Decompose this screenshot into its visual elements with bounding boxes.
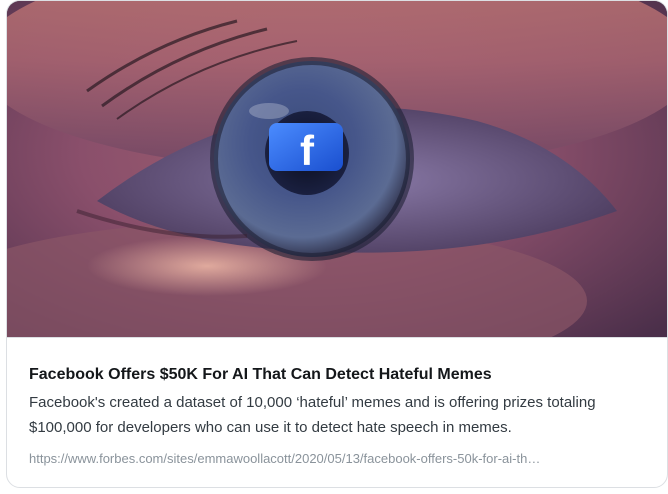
eye-photo: f [7,1,667,337]
card-url[interactable]: https://www.forbes.com/sites/emmawoollac… [29,450,645,468]
facebook-logo-reflection: f [269,123,343,174]
card-description: Facebook's created a dataset of 10,000 ‘… [29,394,596,436]
link-preview-card[interactable]: f Facebook Offers $50K For AI That Can D… [6,0,668,488]
facebook-logo-letter: f [300,127,315,174]
preview-image[interactable]: f [7,1,667,337]
card-body[interactable]: Facebook Offers $50K For AI That Can Det… [7,338,667,468]
card-title[interactable]: Facebook Offers $50K For AI That Can Det… [29,365,645,385]
